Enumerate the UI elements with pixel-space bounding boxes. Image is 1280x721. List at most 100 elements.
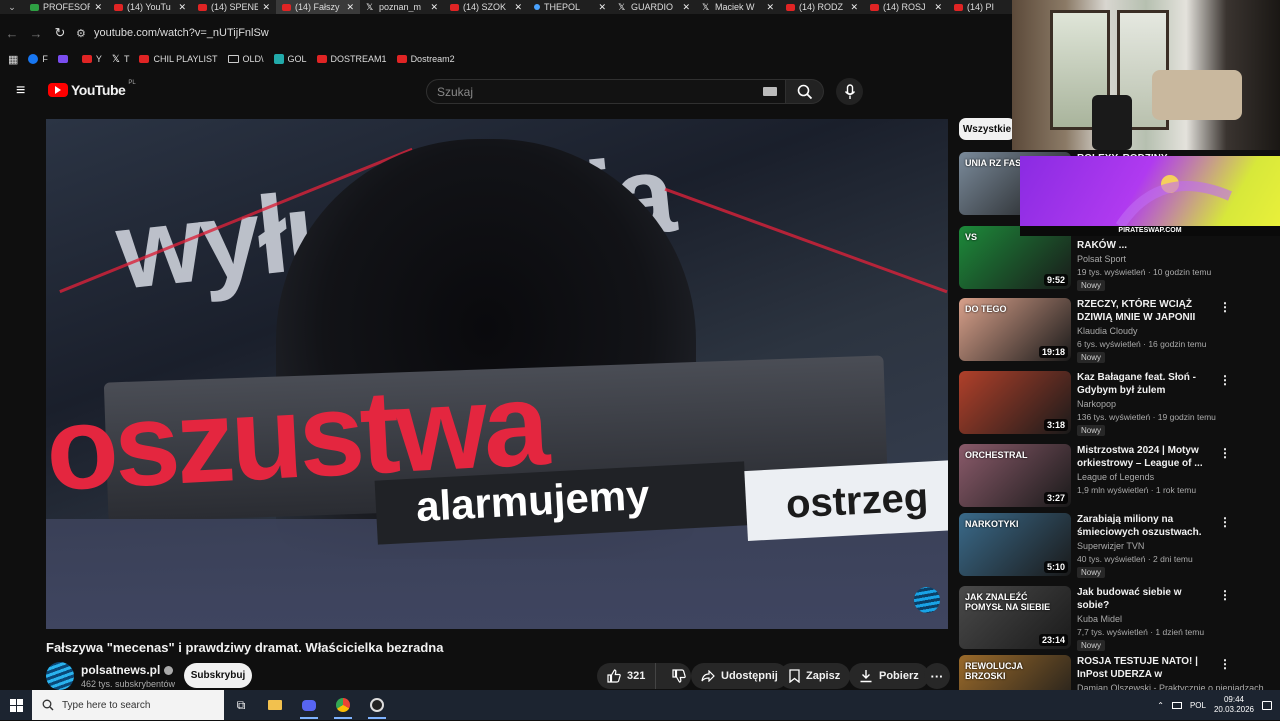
bookmark-item[interactable]: GOL [273,54,307,65]
close-tab-icon[interactable]: ✕ [262,2,270,13]
recommended-video[interactable]: 3:18 Kaz Bałagane feat. Słoń - Gdybym był… [959,371,1239,437]
file-explorer-icon[interactable] [258,690,292,720]
site-favicon-icon [30,3,39,11]
browser-tab[interactable]: (14) RODZ ✕ [780,0,864,14]
taskbar-search-input[interactable]: Type here to search [32,690,224,720]
subscribe-button[interactable]: Subskrybuj [184,663,252,688]
site-info-icon[interactable]: ⚙ [76,27,90,40]
more-options-icon[interactable]: ⋮ [1219,446,1231,460]
browser-tab[interactable]: 𝕏poznan_m ✕ [360,0,444,14]
like-button[interactable]: 321 [597,663,657,689]
close-tab-icon[interactable]: ✕ [178,2,186,13]
back-icon[interactable]: ← [0,26,24,41]
recommended-video-channel[interactable]: Kuba Midel [1077,614,1122,624]
voice-search-button[interactable] [836,78,863,105]
more-options-icon[interactable]: ⋮ [1219,515,1231,529]
close-tab-icon[interactable]: ✕ [346,2,354,13]
recommended-video[interactable]: ORCHESTRAL 3:27 Mistrzostwa 2024 | Motyw o… [959,444,1239,510]
search-button[interactable] [786,79,824,104]
url-text[interactable]: youtube.com/watch?v=_nUTijFnlSw [94,27,269,39]
more-actions-icon[interactable]: ··· [924,663,950,689]
video-thumbnail[interactable]: 3:18 [959,371,1071,434]
channel-name[interactable]: polsatnews.pl [81,663,160,677]
discord-icon[interactable] [292,690,326,720]
recommended-video-title[interactable]: Mistrzostwa 2024 | Motyw orkiestrowy – L… [1077,444,1213,470]
recommended-video-channel[interactable]: Superwizjer TVN [1077,541,1144,551]
recommended-video-channel[interactable]: Polsat Sport [1077,254,1126,264]
browser-tab[interactable]: 𝕏 Maciek W ✕ [696,0,780,14]
bookmark-item[interactable]: Dostream2 [396,54,455,65]
bookmark-item[interactable]: DOSTREAM1 [316,54,387,65]
recommended-video-title[interactable]: ROSJA TESTUJE NATO! | InPost UDERZA w AL… [1077,655,1213,681]
more-options-icon[interactable]: ⋮ [1219,588,1231,602]
browser-tab[interactable]: (14) SZOK ✕ [444,0,528,14]
search-input[interactable]: Szukaj [426,79,786,104]
channel-watermark-icon[interactable] [914,587,940,613]
bookmark-item[interactable]: OLD\ [227,54,264,65]
close-tab-icon[interactable]: ✕ [934,2,942,13]
filter-chip-all[interactable]: Wszystkie [959,118,1015,140]
browser-tab[interactable]: THEPOL ✕ [528,0,612,14]
close-tab-icon[interactable]: ✕ [430,2,438,13]
more-options-icon[interactable]: ⋮ [1219,300,1231,314]
recommended-video[interactable]: JAK ZNALEŹĆ POMYSŁ NA SIEBIE 23:14 Jak bud… [959,586,1239,652]
video-thumbnail[interactable]: ORCHESTRAL 3:27 [959,444,1071,507]
browser-tab-label: (14) SPENE [211,2,259,12]
start-button[interactable] [0,690,32,720]
video-thumbnail[interactable]: JAK ZNALEŹĆ POMYSŁ NA SIEBIE 23:14 [959,586,1071,649]
youtube-logo[interactable]: YouTube PL [48,80,136,98]
video-thumbnail[interactable]: DO TEGO 19:18 [959,298,1071,361]
close-tab-icon[interactable]: ✕ [850,2,858,13]
recommended-video-channel[interactable]: League of Legends [1077,472,1154,482]
browser-tab[interactable]: 𝕏 GUARDIO ✕ [612,0,696,14]
save-button[interactable]: Zapisz [779,663,851,689]
video-thumbnail[interactable]: NARKOTYKI 5:10 [959,513,1071,576]
close-tab-icon[interactable]: ✕ [682,2,690,13]
task-view-icon[interactable]: ⧉ [224,690,258,720]
tray-chevron-icon[interactable]: ⌃ [1157,701,1164,710]
bookmark-item[interactable] [57,54,72,65]
recommended-video-title[interactable]: Zarabiają miliony na śmieciowych oszustw… [1077,513,1213,539]
menu-icon[interactable]: ≡ [16,83,32,99]
download-button[interactable]: Pobierz [849,663,929,689]
bookmark-item[interactable]: Y [81,54,102,65]
channel-avatar[interactable] [46,662,74,690]
bookmark-item[interactable]: 𝕏T [112,54,130,65]
recommended-video-title[interactable]: Kaz Bałagane feat. Słoń - Gdybym był żul… [1077,371,1213,397]
recommended-video-channel[interactable]: Narkopop [1077,399,1116,409]
apps-grid-icon[interactable]: ▦ [8,53,18,66]
forward-icon[interactable]: → [24,26,48,41]
browser-tab[interactable]: PROFESOR ✕ [24,0,108,14]
recommended-video-title[interactable]: Jak budować siebie w sobie? [1077,586,1213,612]
obs-icon[interactable] [360,690,394,720]
battery-icon[interactable] [1171,701,1182,709]
reload-icon[interactable]: ↻ [48,25,72,41]
close-tab-icon[interactable]: ✕ [514,2,522,13]
share-button[interactable]: Udostępnij [691,663,788,689]
recommended-video[interactable]: DO TEGO 19:18 RZECZY, KTÓRE WCIĄŻ DZIWIĄ M… [959,298,1239,364]
keyboard-icon[interactable] [763,87,777,96]
language-indicator[interactable]: POL [1190,701,1206,710]
notifications-icon[interactable] [1262,700,1272,710]
youtube-logo-text: YouTube [71,82,126,98]
clock[interactable]: 09:44 20.03.2026 [1214,695,1254,715]
close-tab-icon[interactable]: ✕ [766,2,774,13]
more-options-icon[interactable]: ⋮ [1219,657,1231,671]
close-tab-icon[interactable]: ✕ [598,2,606,13]
recommended-video[interactable]: NARKOTYKI 5:10 Zarabiają miliony na śmieci… [959,513,1239,579]
bookmark-item[interactable]: F [28,54,48,65]
video-player[interactable]: wyłudzenia oszustwa alarmujemy ostrzeg [46,119,948,629]
channel-name-row[interactable]: polsatnews.pl [81,663,174,677]
browser-tab[interactable]: (14) YouTu ✕ [108,0,192,14]
chrome-icon[interactable] [326,690,360,720]
browser-tab[interactable]: (14) ROSJ ✕ [864,0,948,14]
close-tab-icon[interactable]: ✕ [94,2,102,13]
recommended-video-title[interactable]: RZECZY, KTÓRE WCIĄŻ DZIWIĄ MNIE W JAPONI… [1077,298,1213,324]
browser-tab[interactable]: (14) SPENE ✕ [192,0,276,14]
browser-tab[interactable]: (14) Fałszy ✕ [276,0,360,14]
webcam-chair [1092,95,1132,150]
bookmark-item[interactable]: CHIL PLAYLIST [139,54,218,65]
more-options-icon[interactable]: ⋮ [1219,373,1231,387]
tab-search-icon[interactable]: ⌄ [0,0,24,14]
recommended-video-channel[interactable]: Klaudia Cloudy [1077,326,1138,336]
